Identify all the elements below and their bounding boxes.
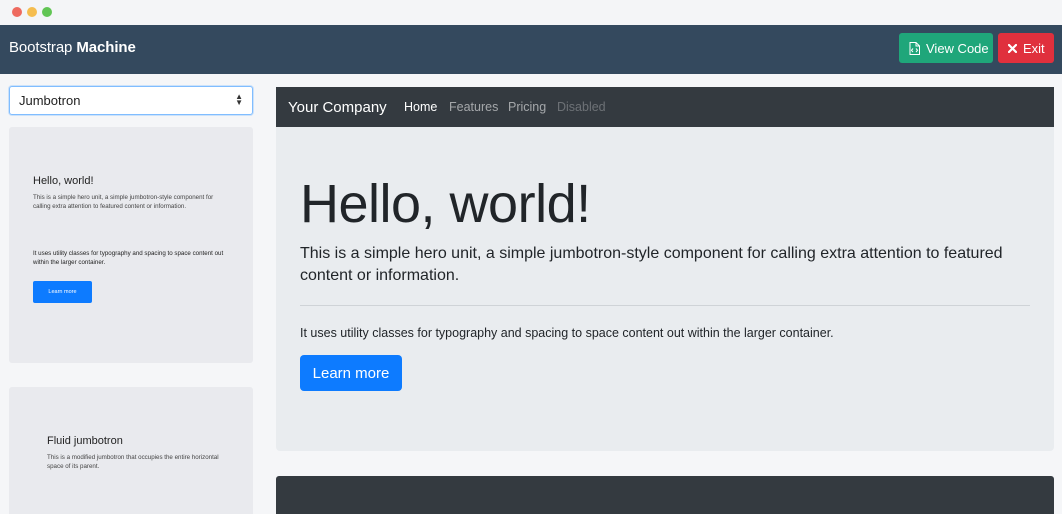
- window-maximize-dot[interactable]: [42, 7, 52, 17]
- component-select-value: Jumbotron: [19, 93, 81, 108]
- preview-next-section: [276, 476, 1054, 514]
- component-select[interactable]: Jumbotron ▲ ▼: [9, 86, 253, 115]
- exit-button[interactable]: Exit: [998, 33, 1054, 63]
- thumbnail-lead: This is a modified jumbotron that occupi…: [47, 454, 219, 470]
- app-title: Bootstrap Machine: [9, 39, 136, 56]
- view-code-button[interactable]: View Code: [899, 33, 993, 63]
- nav-link-pricing[interactable]: Pricing: [508, 100, 546, 114]
- component-sidebar: Jumbotron ▲ ▼ Hello, world! This is a sim…: [0, 74, 264, 514]
- thumbnail-lead: This is a simple hero unit, a simple jum…: [33, 194, 214, 210]
- nav-link-home[interactable]: Home: [404, 100, 437, 114]
- thumbnail-learn-more-button: Learn more: [33, 281, 92, 303]
- select-caret-icon: ▲ ▼: [235, 92, 243, 107]
- window-minimize-dot[interactable]: [27, 7, 37, 17]
- window-titlebar: [0, 0, 1062, 25]
- navbar-brand[interactable]: Your Company: [288, 99, 387, 116]
- thumbnail-title: Fluid jumbotron: [47, 435, 123, 447]
- jumbotron-body: It uses utility classes for typography a…: [300, 326, 834, 340]
- thumbnail-jumbotron[interactable]: Hello, world! This is a simple hero unit…: [9, 127, 253, 363]
- thumbnail-body: It uses utility classes for typography a…: [33, 250, 224, 266]
- jumbotron-title: Hello, world!: [300, 174, 591, 234]
- file-code-icon: [909, 41, 920, 55]
- jumbotron-divider: [300, 305, 1030, 306]
- close-icon: [1008, 43, 1017, 53]
- app-title-bold: Machine: [76, 39, 136, 56]
- nav-link-disabled: Disabled: [557, 100, 606, 114]
- view-code-label: View Code: [926, 40, 989, 56]
- window-close-dot[interactable]: [12, 7, 22, 17]
- preview-jumbotron: Hello, world! This is a simple hero unit…: [276, 127, 1054, 451]
- preview-navbar: Your Company Home Features Pricing Disab…: [276, 87, 1054, 127]
- thumbnail-title: Hello, world!: [33, 175, 94, 187]
- nav-link-features[interactable]: Features: [449, 100, 498, 114]
- jumbotron-lead: This is a simple hero unit, a simple jum…: [300, 245, 1003, 284]
- app-header: Bootstrap Machine View Code Exit: [0, 25, 1062, 74]
- app-title-regular: Bootstrap: [9, 39, 77, 56]
- learn-more-button[interactable]: Learn more: [300, 355, 402, 391]
- exit-label: Exit: [1023, 40, 1045, 56]
- thumbnail-fluid-jumbotron[interactable]: Fluid jumbotron This is a modified jumbo…: [9, 387, 253, 514]
